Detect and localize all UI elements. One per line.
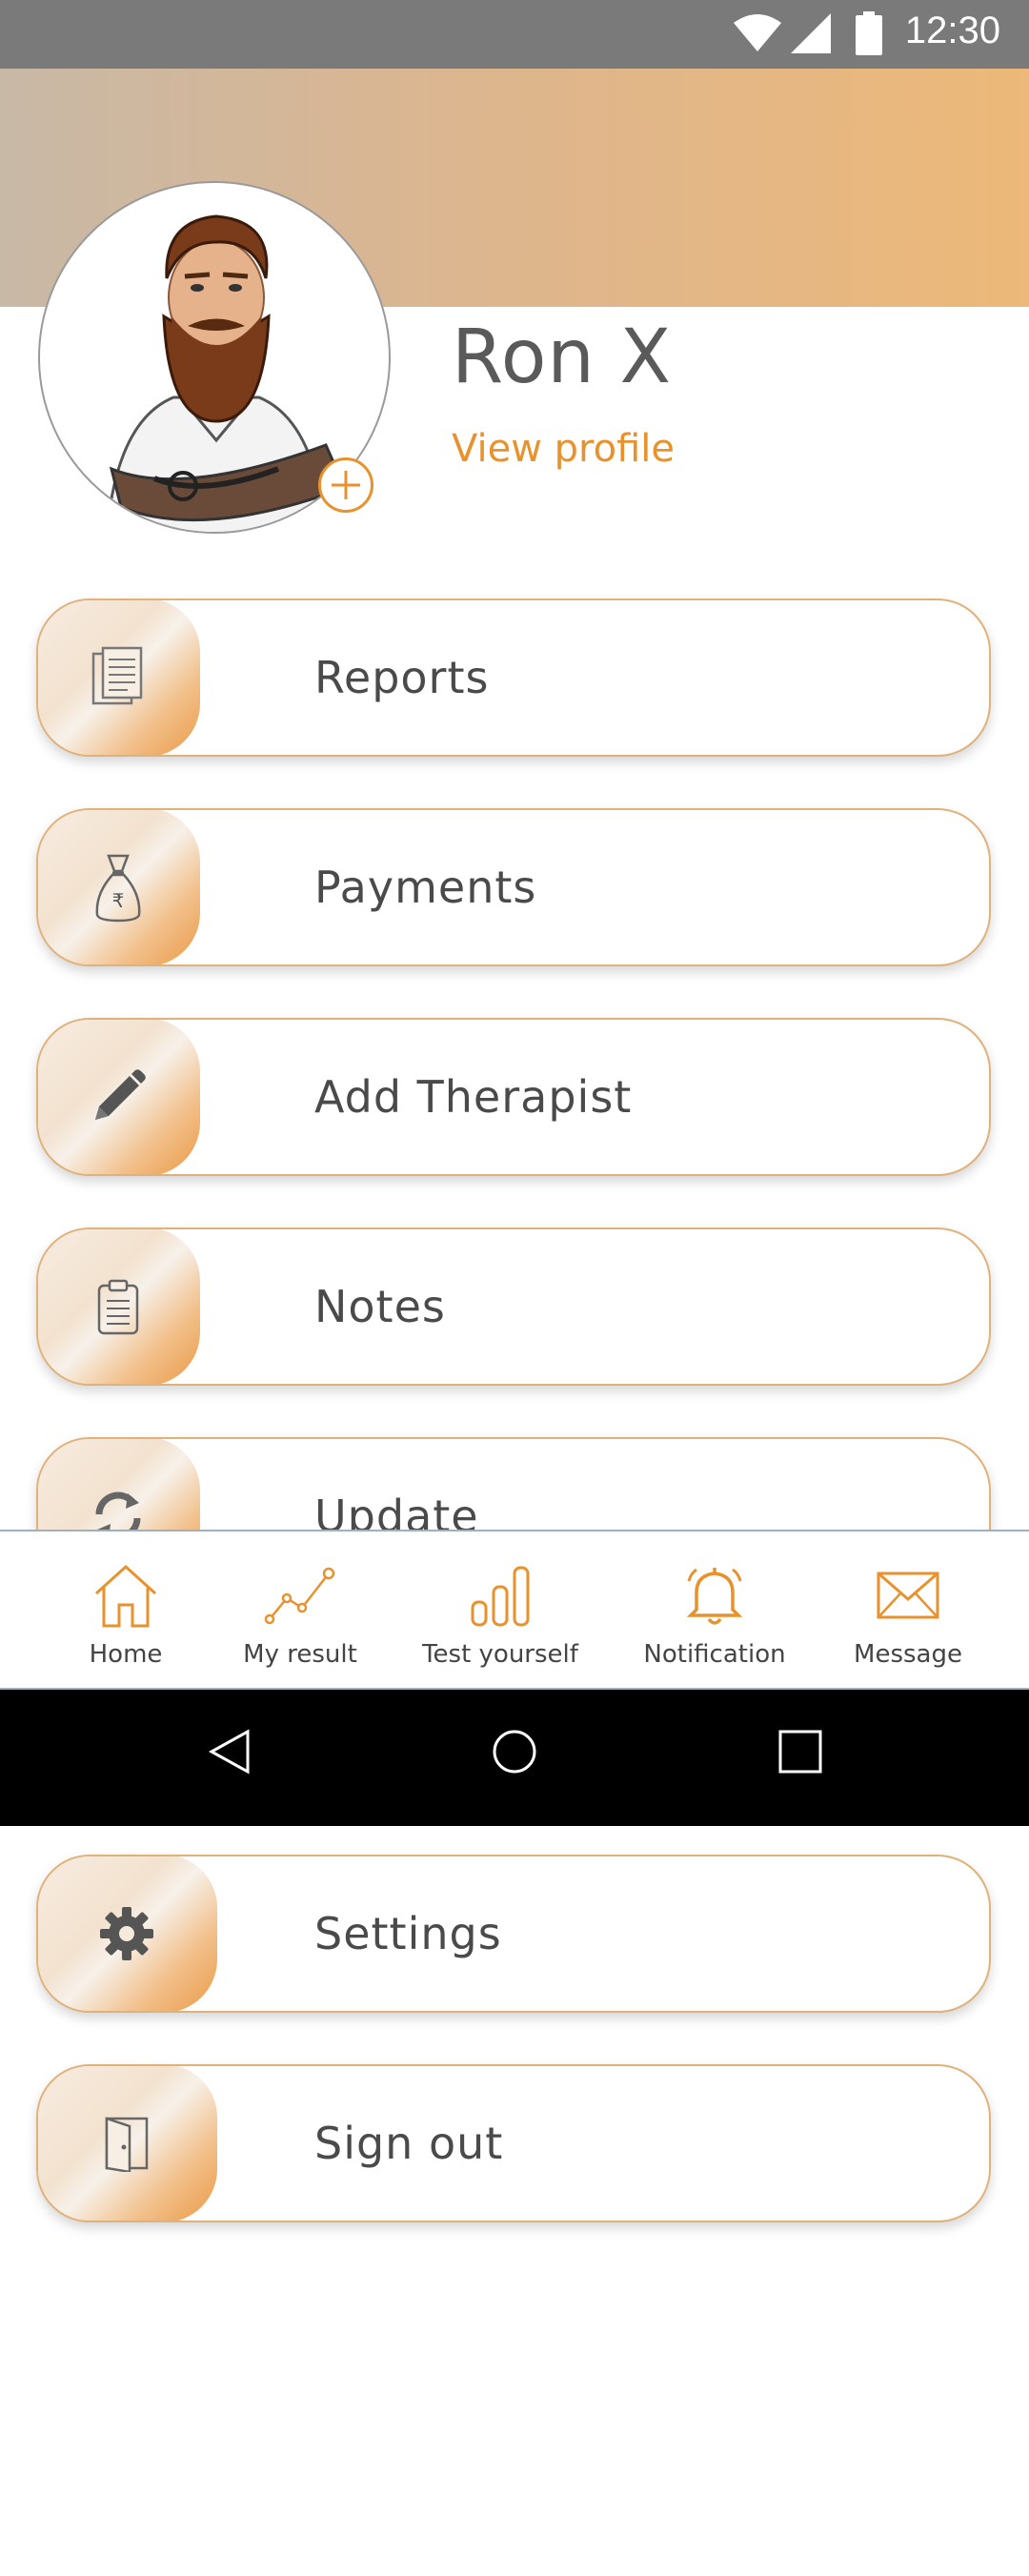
- nav-test-yourself[interactable]: Test yourself: [419, 1531, 581, 1688]
- nav-my-result[interactable]: My result: [238, 1531, 362, 1688]
- nav-label: Home: [89, 1640, 163, 1669]
- line-graph-icon: [264, 1567, 335, 1625]
- menu-icon-tile: [38, 1020, 200, 1174]
- nav-label: Message: [854, 1640, 962, 1669]
- signal-icon: [791, 13, 831, 58]
- user-name: Ron X: [452, 314, 673, 400]
- plus-icon: [332, 471, 360, 499]
- menu-item-label: Reports: [314, 652, 490, 703]
- menu-item-label: Payments: [314, 862, 537, 913]
- system-navigation-bar: [0, 1690, 1029, 1826]
- status-bar: 12:30: [0, 0, 1029, 69]
- reports-document-icon: [91, 646, 143, 705]
- menu-icon-tile: ₹: [38, 810, 200, 964]
- bottom-navigation: Home My result Test yourself Notificatio…: [0, 1530, 1029, 1690]
- nav-home[interactable]: Home: [69, 1531, 183, 1688]
- menu-item-label: Notes: [314, 1281, 446, 1332]
- wifi-icon: [734, 13, 781, 58]
- menu-icon-tile: [38, 1856, 217, 2011]
- clipboard-icon: [97, 1279, 139, 1335]
- status-time: 12:30: [904, 10, 1000, 51]
- door-exit-icon: [105, 2117, 149, 2172]
- menu-icon-tile: [38, 1229, 200, 1384]
- bell-icon: [686, 1568, 743, 1625]
- home-circle-icon[interactable]: [492, 1728, 537, 1780]
- add-photo-button[interactable]: [318, 457, 373, 513]
- menu-item-label: Settings: [314, 1908, 502, 1959]
- menu-item-sign-out[interactable]: Sign out: [36, 2064, 991, 2222]
- battery-icon: [856, 11, 882, 60]
- gear-icon: [100, 1907, 153, 1960]
- menu-icon-tile: [38, 2066, 217, 2221]
- view-profile-link[interactable]: View profile: [452, 427, 675, 471]
- menu-item-notes[interactable]: Notes: [36, 1227, 991, 1386]
- menu-item-settings[interactable]: Settings: [36, 1855, 991, 2013]
- nav-message[interactable]: Message: [846, 1531, 970, 1688]
- nav-label: My result: [243, 1640, 357, 1669]
- home-icon: [94, 1564, 157, 1628]
- pencil-icon: [95, 1069, 146, 1120]
- menu-item-payments[interactable]: ₹ Payments: [36, 808, 991, 966]
- nav-label: Test yourself: [422, 1640, 578, 1669]
- recents-square-icon[interactable]: [777, 1728, 823, 1780]
- menu-item-label: Add Therapist: [314, 1071, 633, 1123]
- envelope-icon: [877, 1572, 939, 1619]
- menu-item-add-therapist[interactable]: Add Therapist: [36, 1018, 991, 1176]
- menu-icon-tile: [38, 600, 200, 755]
- bar-chart-icon: [471, 1566, 530, 1627]
- menu-item-reports[interactable]: Reports: [36, 598, 991, 757]
- menu-item-label: Sign out: [314, 2118, 504, 2169]
- nav-notification[interactable]: Notification: [638, 1531, 791, 1688]
- back-triangle-icon[interactable]: [208, 1728, 252, 1780]
- svg-text:₹: ₹: [112, 889, 125, 912]
- money-bag-rupee-icon: ₹: [95, 854, 141, 923]
- nav-label: Notification: [643, 1640, 786, 1669]
